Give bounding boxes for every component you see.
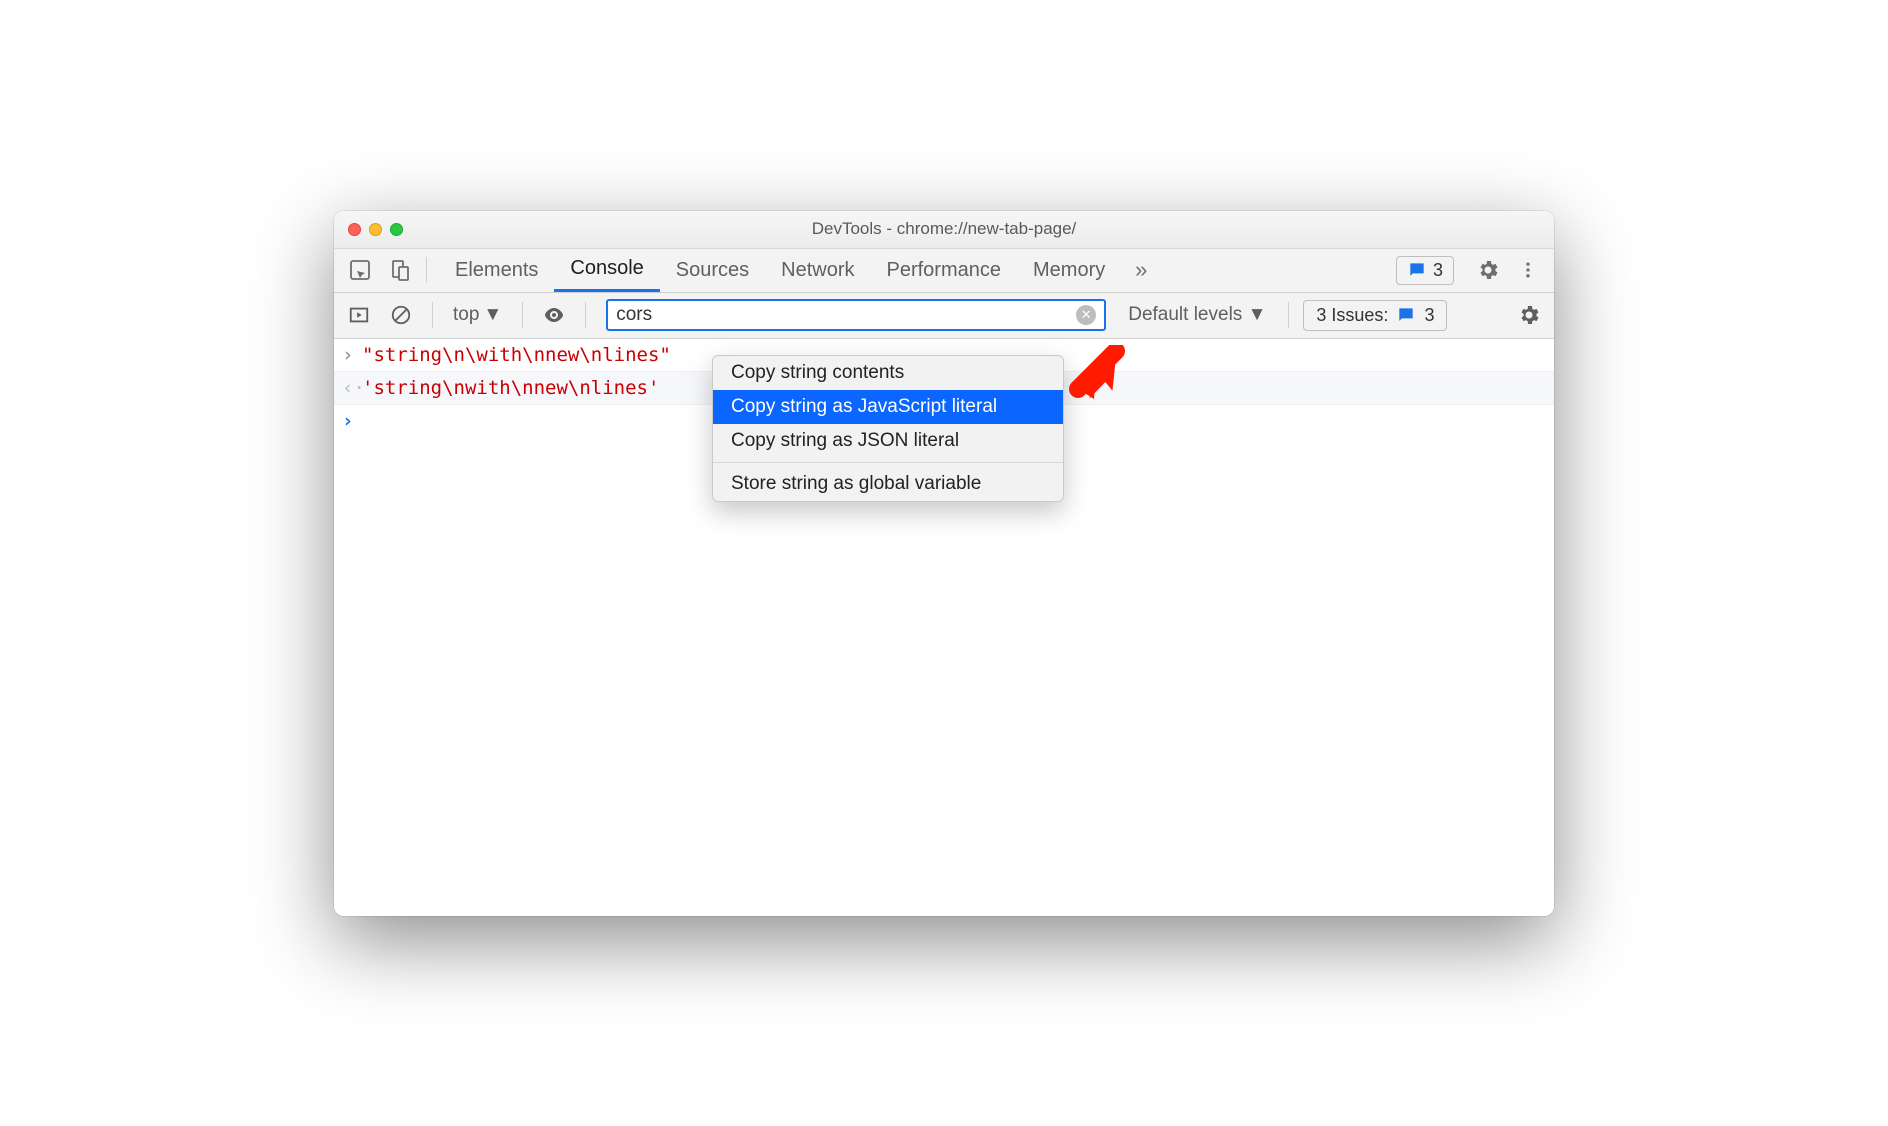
toggle-sidebar-icon[interactable] [342, 298, 376, 332]
menu-separator [713, 462, 1063, 463]
tab-sources[interactable]: Sources [660, 248, 765, 292]
titlebar: DevTools - chrome://new-tab-page/ [334, 211, 1554, 249]
menu-copy-js-literal[interactable]: Copy string as JavaScript literal [713, 390, 1063, 424]
tab-performance[interactable]: Performance [871, 248, 1018, 292]
tab-memory[interactable]: Memory [1017, 248, 1121, 292]
context-menu: Copy string contents Copy string as Java… [712, 355, 1064, 502]
settings-icon[interactable] [1468, 248, 1508, 292]
issues-button[interactable]: 3 Issues: 3 [1303, 300, 1447, 331]
context-label: top [453, 304, 479, 326]
clear-filter-icon[interactable]: ✕ [1076, 305, 1096, 325]
console-settings-icon[interactable] [1512, 298, 1546, 332]
inspect-icon[interactable] [340, 248, 380, 292]
more-tabs-icon[interactable]: » [1121, 248, 1161, 292]
separator [432, 302, 433, 328]
tab-console[interactable]: Console [554, 248, 659, 292]
messages-badge[interactable]: 3 [1396, 256, 1454, 285]
separator [426, 257, 427, 283]
menu-store-global[interactable]: Store string as global variable [713, 467, 1063, 501]
console-toolbar: top ▼ ✕ Default levels ▼ 3 Issues: 3 [334, 293, 1554, 339]
separator [1288, 302, 1289, 328]
menu-copy-json-literal[interactable]: Copy string as JSON literal [713, 424, 1063, 458]
annotation-arrow-icon [1066, 345, 1126, 405]
issues-count: 3 [1424, 305, 1434, 326]
window-title: DevTools - chrome://new-tab-page/ [334, 219, 1554, 239]
clear-console-icon[interactable] [384, 298, 418, 332]
tab-network[interactable]: Network [765, 248, 870, 292]
menu-copy-contents[interactable]: Copy string contents [713, 356, 1063, 390]
devtools-window: DevTools - chrome://new-tab-page/ Elemen… [334, 211, 1554, 916]
kebab-menu-icon[interactable] [1508, 248, 1548, 292]
output-arrow-icon: ‹· [342, 377, 362, 399]
console-text: "string\n\with\nnew\nlines" [362, 344, 671, 366]
messages-count: 3 [1433, 260, 1443, 281]
device-toggle-icon[interactable] [380, 248, 420, 292]
panel-tabs-row: Elements Console Sources Network Perform… [334, 249, 1554, 293]
filter-input-wrap: ✕ [606, 299, 1106, 331]
input-arrow-icon: › [342, 344, 362, 366]
tab-elements[interactable]: Elements [439, 248, 554, 292]
prompt-arrow-icon: › [342, 410, 362, 432]
levels-label: Default levels [1128, 304, 1242, 326]
separator [585, 302, 586, 328]
separator [522, 302, 523, 328]
filter-input[interactable] [616, 304, 1076, 326]
console-body: › "string\n\with\nnew\nlines" ‹· 'string… [334, 339, 1554, 916]
chevron-down-icon: ▼ [483, 304, 502, 326]
issues-label: 3 Issues: [1316, 305, 1388, 326]
live-expression-icon[interactable] [537, 298, 571, 332]
log-levels-select[interactable]: Default levels ▼ [1120, 304, 1274, 326]
panel-tabs: Elements Console Sources Network Perform… [439, 248, 1121, 292]
console-text: 'string\nwith\nnew\nlines' [362, 377, 659, 399]
chevron-down-icon: ▼ [1248, 304, 1267, 326]
execution-context-select[interactable]: top ▼ [447, 304, 508, 326]
